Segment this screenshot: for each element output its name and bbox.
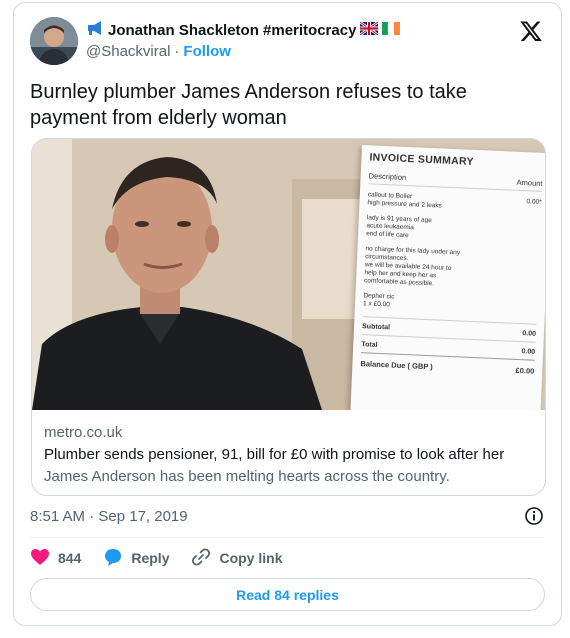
author-name-row[interactable]: Jonathan Shackleton #meritocracy bbox=[86, 20, 401, 39]
follow-button[interactable]: Follow bbox=[183, 43, 231, 60]
read-replies-button[interactable]: Read 84 replies bbox=[30, 578, 545, 611]
invoice-amount: 0.00* bbox=[526, 198, 542, 206]
like-count: 844 bbox=[58, 550, 82, 566]
invoice-text: end of life care bbox=[365, 230, 409, 240]
x-logo-icon[interactable] bbox=[519, 19, 543, 43]
invoice-text: 1 x £0.00 bbox=[362, 300, 390, 309]
invoice-balance-value: £0.00 bbox=[515, 365, 535, 376]
heart-icon bbox=[30, 548, 50, 569]
author-handle[interactable]: @Shackviral bbox=[86, 43, 170, 60]
invoice-header: Description Amount bbox=[368, 171, 543, 192]
author-name[interactable]: Jonathan Shackleton #meritocracy bbox=[108, 22, 356, 39]
link-preview-image[interactable]: INVOICE SUMMARY Description Amount callo… bbox=[32, 139, 545, 410]
author-handle-row: @Shackviral · Follow bbox=[86, 43, 231, 60]
invoice-summary-image: INVOICE SUMMARY Description Amount callo… bbox=[350, 145, 545, 410]
invoice-line-3: no charge for this lady under any circum… bbox=[364, 245, 540, 293]
reply-bubble-icon bbox=[103, 547, 123, 570]
copy-link-button[interactable]: Copy link bbox=[191, 547, 283, 570]
link-domain: metro.co.uk bbox=[44, 424, 123, 441]
like-button[interactable]: 844 bbox=[30, 548, 81, 569]
link-title: Plumber sends pensioner, 91, bill for £0… bbox=[44, 446, 505, 463]
invoice-title: INVOICE SUMMARY bbox=[369, 151, 475, 168]
invoice-line-4: Depher cic 1 x £0.00 bbox=[363, 292, 538, 316]
action-bar: 844 Reply Copy link bbox=[30, 546, 305, 570]
tweet-timestamp[interactable]: 8:51 AM · Sep 17, 2019 bbox=[30, 508, 188, 525]
invoice-balance-label: Balance Due ( GBP ) bbox=[360, 359, 433, 372]
link-preview-meta[interactable]: metro.co.uk Plumber sends pensioner, 91,… bbox=[44, 422, 504, 488]
link-icon bbox=[191, 547, 211, 570]
divider bbox=[30, 537, 545, 538]
avatar[interactable] bbox=[30, 17, 78, 65]
invoice-col-description: Description bbox=[368, 171, 407, 182]
reply-label: Reply bbox=[131, 550, 170, 566]
tweet-text: Burnley plumber James Anderson refuses t… bbox=[30, 81, 467, 129]
tweet-card: Jonathan Shackleton #meritocracy @Shackv… bbox=[13, 2, 562, 626]
megaphone-icon bbox=[86, 21, 104, 39]
link-preview-card[interactable]: INVOICE SUMMARY Description Amount callo… bbox=[31, 138, 546, 496]
invoice-subtotal-label: Subtotal bbox=[361, 323, 391, 332]
invoice-total-label: Total bbox=[361, 341, 378, 349]
reply-button[interactable]: Reply bbox=[103, 547, 169, 570]
ireland-flag-icon bbox=[382, 21, 401, 39]
invoice-total-value: 0.00 bbox=[521, 348, 536, 356]
uk-flag-icon bbox=[359, 20, 380, 39]
invoice-line-2: lady is 91 years of age acute leukaemia … bbox=[366, 214, 541, 246]
info-icon[interactable] bbox=[524, 506, 544, 526]
separator-dot: · bbox=[174, 43, 180, 60]
copy-link-label: Copy link bbox=[219, 550, 283, 566]
invoice-line-1: callout to Boiler high pressure and 2 le… bbox=[367, 191, 542, 215]
link-description: James Anderson has been melting hearts a… bbox=[44, 468, 450, 485]
invoice-subtotal-value: 0.00 bbox=[522, 330, 537, 338]
invoice-col-amount: Amount bbox=[516, 177, 543, 188]
